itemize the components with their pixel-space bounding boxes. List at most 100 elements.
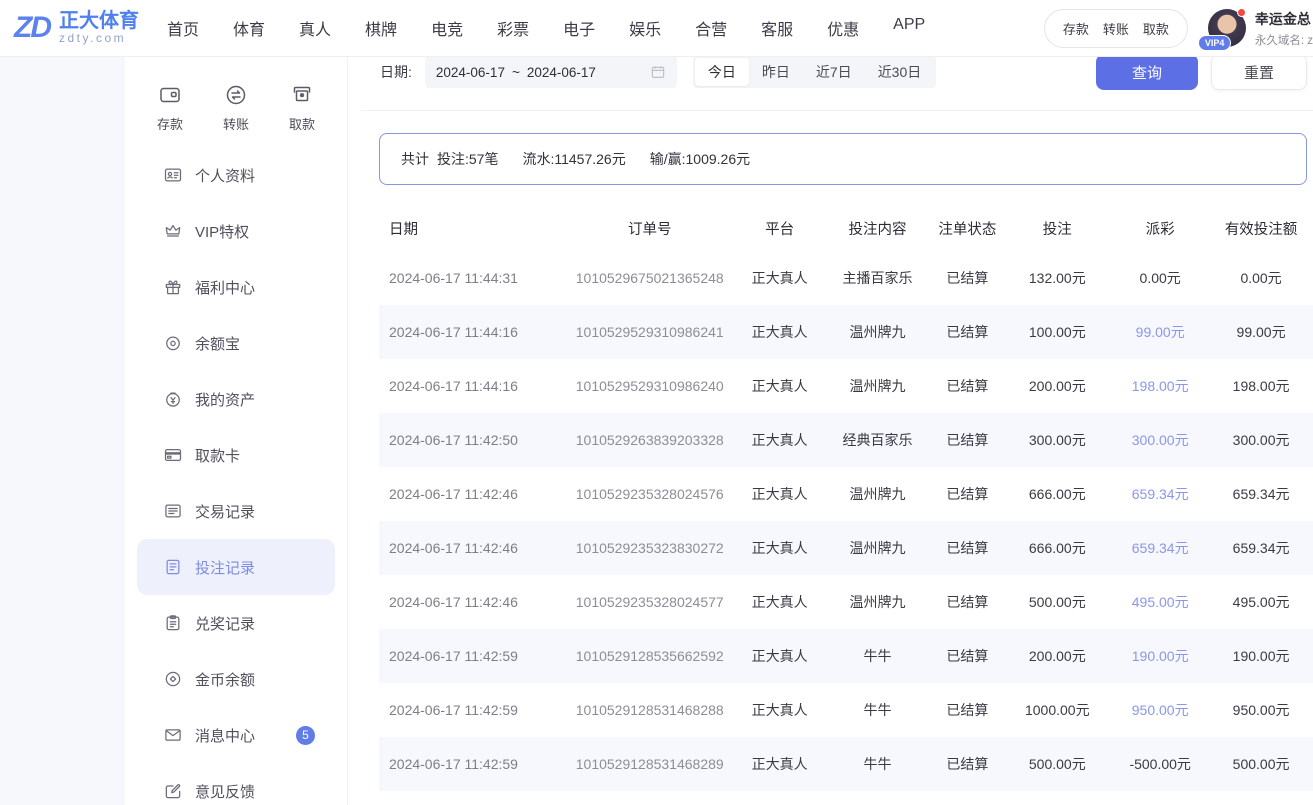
cell-content: 温州牌九 [824,592,932,612]
cell-valid: 659.34元 [1209,484,1313,504]
table-row: 2024-06-17 11:42:591010529128531468289正大… [379,737,1313,791]
sidebar-item-10[interactable]: 消息中心5 [137,707,335,763]
sidebar-item-11[interactable]: 意见反馈 [137,763,335,805]
nav-item-0[interactable]: 首页 [167,16,199,40]
cell-content: 温州牌九 [824,322,932,342]
brand-logo[interactable]: ZD 正大体育 zdty.com [14,11,139,46]
sidebar-item-4[interactable]: 我的资产 [137,371,335,427]
cell-bet: 132.00元 [1003,268,1111,288]
nav-item-2[interactable]: 真人 [299,16,331,40]
summary-prefix: 共计 [401,149,429,169]
nav-item-9[interactable]: 客服 [761,16,793,40]
avatar[interactable]: VIP4 [1208,9,1246,47]
main-nav: 首页 体育 真人 棋牌 电竞 彩票 电子 娱乐 合营 客服 优惠 APP [167,16,925,40]
cell-date: 2024-06-17 11:44:16 [379,378,564,394]
nav-item-3[interactable]: 棋牌 [365,16,397,40]
table-header-row: 日期订单号平台投注内容注单状态投注派彩有效投注额 [379,205,1313,251]
date-separator: ~ [512,65,520,80]
search-button[interactable]: 查询 [1096,54,1198,90]
nav-item-10[interactable]: 优惠 [827,16,859,40]
filter-divider [361,110,1313,111]
brand-text: 正大体育 zdty.com [59,11,139,46]
cell-bet: 100.00元 [1003,322,1111,342]
sidebar-item-2[interactable]: 福利中心 [137,259,335,315]
sidebar-item-7[interactable]: 投注记录 [137,539,335,595]
cell-order: 1010529128535662592 [564,648,736,664]
cell-bet: 666.00元 [1003,538,1111,558]
cell-payout: 300.00元 [1111,430,1209,450]
sidebar-item-9[interactable]: 金币余额 [137,651,335,707]
cell-content: 主播百家乐 [824,268,932,288]
user-meta: 幸运金总 永久域名: z [1255,9,1313,48]
table-row: 2024-06-17 11:42:591010529128535662592正大… [379,629,1313,683]
cell-order: 1010529529310986241 [564,324,736,340]
quick-action-2[interactable]: 取款 [289,83,315,133]
wallet-icon [158,83,182,107]
cell-date: 2024-06-17 11:42:59 [379,648,564,664]
cell-status: 已结算 [931,268,1003,288]
range-button-2[interactable]: 近7日 [803,58,865,86]
range-button-0[interactable]: 今日 [695,58,749,86]
cell-content: 牛牛 [824,754,932,774]
nav-item-8[interactable]: 合营 [695,16,727,40]
range-button-1[interactable]: 昨日 [749,58,803,86]
nav-item-7[interactable]: 娱乐 [629,16,661,40]
cell-order: 1010529675021365248 [564,270,736,286]
column-header-3: 投注内容 [824,218,932,239]
nav-item-5[interactable]: 彩票 [497,16,529,40]
nav-item-11[interactable]: APP [893,16,925,40]
range-button-3[interactable]: 近30日 [865,58,935,86]
cell-platform: 正大真人 [736,430,824,450]
sidebar-item-0[interactable]: 个人资料 [137,147,335,203]
summary-bar: 共计 投注:57笔 流水:11457.26元 输/赢:1009.26元 [379,133,1307,185]
nav-item-1[interactable]: 体育 [233,16,265,40]
column-header-1: 订单号 [564,218,736,239]
cell-date: 2024-06-17 11:44:16 [379,324,564,340]
sidebar-item-8[interactable]: 兑奖记录 [137,595,335,651]
vip-badge: VIP4 [1198,35,1232,51]
cell-status: 已结算 [931,592,1003,612]
cell-date: 2024-06-17 11:42:59 [379,702,564,718]
user-name: 幸运金总 [1255,9,1313,29]
date-label: 日期: [380,62,412,82]
cell-valid: 500.00元 [1209,754,1313,774]
quick-action-1[interactable]: 转账 [223,83,249,133]
header-quick-link-1[interactable]: 转账 [1103,19,1129,38]
header-quick-link-0[interactable]: 存款 [1063,19,1089,38]
sidebar-item-label: 个人资料 [195,165,255,186]
feedback-icon [163,781,183,801]
sidebar-item-3[interactable]: 余额宝 [137,315,335,371]
cell-valid: 190.00元 [1209,646,1313,666]
cell-platform: 正大真人 [736,538,824,558]
sidebar-item-5[interactable]: 取款卡 [137,427,335,483]
date-range-input[interactable]: 2024-06-17 ~ 2024-06-17 [425,56,677,88]
sidebar-item-label: 我的资产 [195,389,255,410]
header-quick-link-2[interactable]: 取款 [1143,19,1169,38]
cell-content: 温州牌九 [824,538,932,558]
cell-valid: 950.00元 [1209,700,1313,720]
cell-date: 2024-06-17 11:42:46 [379,594,564,610]
cell-bet: 500.00元 [1003,592,1111,612]
column-header-0: 日期 [379,218,564,239]
filter-row: 日期: 2024-06-17 ~ 2024-06-17 今日昨日近7日近30日 … [380,51,1307,93]
quick-action-0[interactable]: 存款 [157,83,183,133]
cell-bet: 666.00元 [1003,484,1111,504]
reset-button[interactable]: 重置 [1211,54,1307,90]
cell-payout: -500.00元 [1111,754,1209,774]
crown-icon [163,221,183,241]
cell-valid: 659.34元 [1209,538,1313,558]
gift-icon [163,277,183,297]
sidebar-item-label: 金币余额 [195,669,255,690]
sidebar-menu: 个人资料 VIP特权福利中心余额宝我的资产取款卡交易记录投注记录兑奖记录金币余额消… [125,147,347,805]
coin-icon [163,333,183,353]
nav-item-6[interactable]: 电子 [563,16,595,40]
column-header-4: 注单状态 [931,218,1003,239]
cell-platform: 正大真人 [736,700,824,720]
cell-valid: 0.00元 [1209,268,1313,288]
sidebar-item-1[interactable]: VIP特权 [137,203,335,259]
column-header-5: 投注 [1003,218,1111,239]
cell-platform: 正大真人 [736,592,824,612]
nav-item-4[interactable]: 电竞 [431,16,463,40]
cell-content: 经典百家乐 [824,430,932,450]
sidebar-item-6[interactable]: 交易记录 [137,483,335,539]
